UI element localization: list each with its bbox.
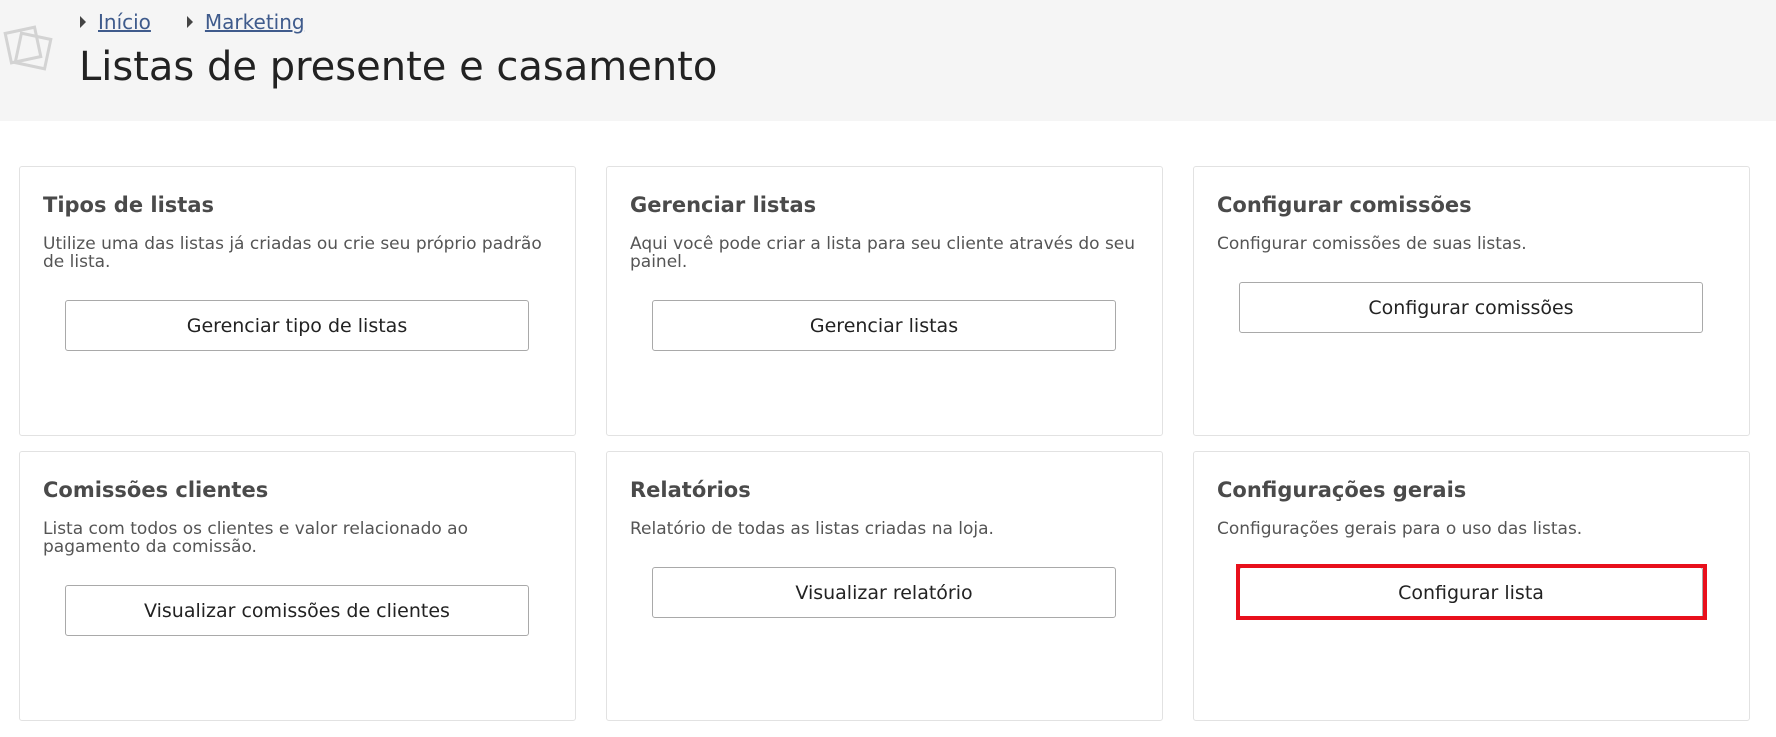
breadcrumb: Início Marketing (80, 10, 341, 34)
card-configurar-comissoes: Configurar comissões Configurar comissõe… (1193, 166, 1750, 436)
card-description: Configurações gerais para o uso das list… (1217, 519, 1583, 539)
gerenciar-tipo-de-listas-button[interactable]: Gerenciar tipo de listas (65, 300, 529, 351)
card-title: Configurações gerais (1217, 478, 1467, 502)
card-relatorios: Relatórios Relatório de todas as listas … (606, 451, 1163, 721)
caret-right-icon (80, 16, 86, 28)
card-title: Comissões clientes (43, 478, 269, 502)
visualizar-comissoes-de-clientes-button[interactable]: Visualizar comissões de clientes (65, 585, 529, 636)
card-title: Relatórios (630, 478, 751, 502)
card-title: Configurar comissões (1217, 193, 1472, 217)
card-description: Aqui você pode criar a lista para seu cl… (630, 234, 1136, 272)
visualizar-relatorio-button[interactable]: Visualizar relatório (652, 567, 1116, 618)
breadcrumb-link-inicio[interactable]: Início (98, 10, 151, 34)
breadcrumb-link-marketing[interactable]: Marketing (205, 10, 305, 34)
card-tipos-de-listas: Tipos de listas Utilize uma das listas j… (19, 166, 576, 436)
page-header: Início Marketing Listas de presente e ca… (0, 0, 1776, 121)
gerenciar-listas-button[interactable]: Gerenciar listas (652, 300, 1116, 351)
card-gerenciar-listas: Gerenciar listas Aqui você pode criar a … (606, 166, 1163, 436)
caret-right-icon (186, 16, 193, 28)
cards-grid: Tipos de listas Utilize uma das listas j… (19, 166, 1750, 721)
stacked-squares-logo-icon (3, 25, 53, 71)
card-title: Gerenciar listas (630, 193, 817, 217)
card-comissoes-clientes: Comissões clientes Lista com todos os cl… (19, 451, 576, 721)
page-title: Listas de presente e casamento (79, 44, 718, 90)
configurar-lista-button[interactable]: Configurar lista (1239, 567, 1703, 618)
configurar-comissoes-button[interactable]: Configurar comissões (1239, 282, 1703, 333)
card-title: Tipos de listas (43, 193, 214, 217)
card-description: Lista com todos os clientes e valor rela… (43, 519, 468, 557)
card-description: Configurar comissões de suas listas. (1217, 234, 1527, 254)
card-description: Relatório de todas as listas criadas na … (630, 519, 994, 539)
card-description: Utilize uma das listas já criadas ou cri… (43, 234, 542, 272)
breadcrumb-item-marketing: Marketing (186, 10, 305, 34)
breadcrumb-item-inicio: Início (80, 10, 151, 34)
card-configuracoes-gerais: Configurações gerais Configurações gerai… (1193, 451, 1750, 721)
